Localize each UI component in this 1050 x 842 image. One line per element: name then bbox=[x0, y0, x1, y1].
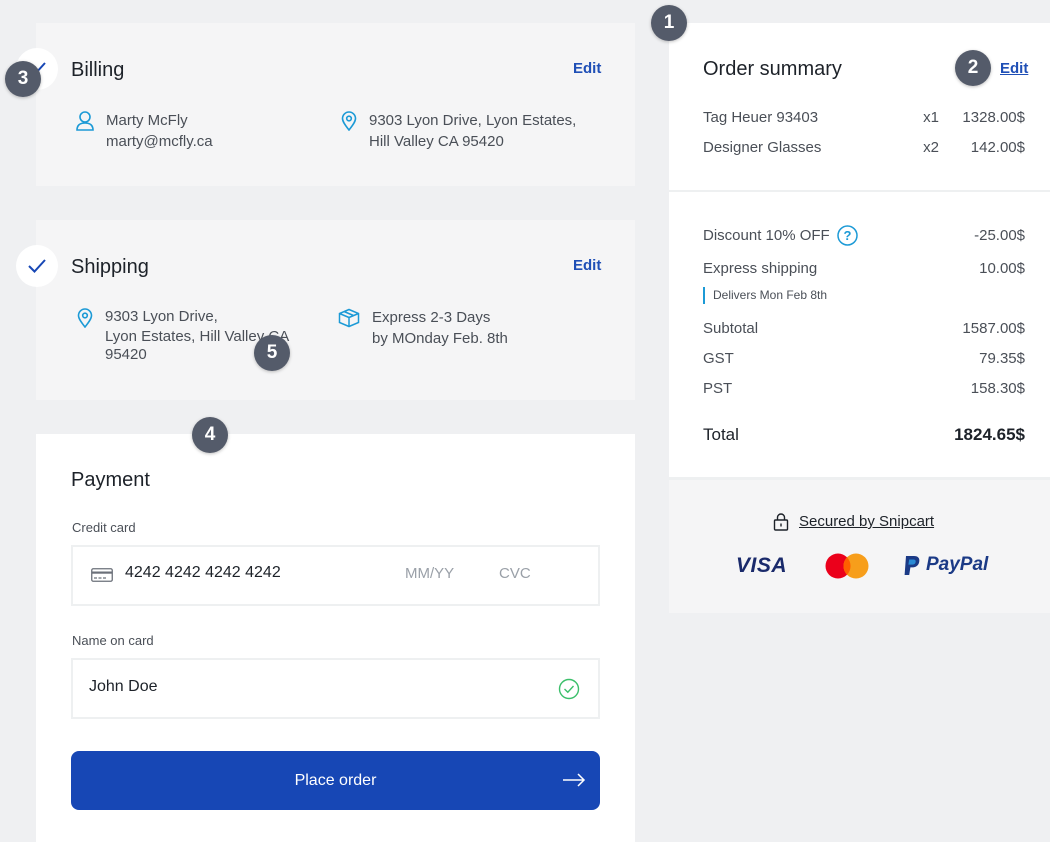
paypal-icon bbox=[904, 555, 920, 575]
shipping-title: Shipping bbox=[71, 256, 149, 278]
location-pin-icon bbox=[77, 308, 93, 328]
shipping-cost-label: Express shipping bbox=[703, 260, 818, 277]
card-number-input[interactable]: 4242 4242 4242 4242 bbox=[125, 564, 281, 582]
item-qty: x1 bbox=[923, 109, 939, 126]
secured-badge[interactable]: Secured by Snipcart bbox=[773, 512, 934, 531]
divider bbox=[669, 190, 1050, 192]
payment-title: Payment bbox=[71, 469, 150, 491]
gst-value: 79.35$ bbox=[979, 350, 1025, 367]
annotation-marker-4: 4 bbox=[192, 417, 228, 453]
mastercard-logo bbox=[825, 553, 869, 579]
shipping-edit-link[interactable]: Edit bbox=[573, 257, 601, 274]
credit-card-field[interactable]: 4242 4242 4242 4242 MM/YY CVC bbox=[71, 545, 600, 606]
checkmark-icon bbox=[28, 259, 46, 273]
valid-check-icon bbox=[558, 678, 580, 700]
name-on-card-input[interactable]: John Doe bbox=[89, 678, 158, 696]
billing-title: Billing bbox=[71, 59, 125, 81]
place-order-button[interactable]: Place order bbox=[71, 751, 600, 810]
discount-value: -25.00$ bbox=[974, 227, 1025, 244]
arrow-right-icon bbox=[563, 773, 586, 787]
secured-link[interactable]: Secured by Snipcart bbox=[799, 513, 934, 530]
billing-address-line1: 9303 Lyon Drive, Lyon Estates, bbox=[369, 112, 577, 129]
summary-edit-link[interactable]: Edit bbox=[1000, 60, 1028, 77]
expiry-input[interactable]: MM/YY bbox=[405, 565, 454, 582]
shipping-cost-value: 10.00$ bbox=[979, 260, 1025, 277]
paypal-wordmark: PayPal bbox=[926, 554, 989, 575]
item-price: 142.00$ bbox=[970, 139, 1025, 156]
subtotal-label: Subtotal bbox=[703, 320, 759, 337]
total-label: Total bbox=[703, 425, 739, 444]
gst-label: GST bbox=[703, 350, 734, 367]
billing-name: Marty McFly bbox=[106, 112, 188, 129]
credit-card-icon bbox=[91, 568, 113, 582]
pst-value: 158.30$ bbox=[970, 380, 1025, 397]
discount-row: Discount 10% OFF ? -25.00$ bbox=[703, 225, 1025, 246]
total-row: Total 1824.65$ bbox=[703, 425, 1025, 445]
name-on-card-field[interactable]: John Doe bbox=[71, 658, 600, 719]
order-summary: Order summary Edit Tag Heuer 93403 x1 13… bbox=[669, 23, 1050, 613]
paypal-logo: PayPal bbox=[903, 554, 988, 576]
summary-footer bbox=[669, 480, 1050, 613]
user-icon bbox=[76, 111, 94, 131]
shipping-section: Shipping Edit 9303 Lyon Drive, Lyon Esta… bbox=[16, 220, 635, 400]
credit-card-label: Credit card bbox=[72, 520, 136, 535]
order-summary-title: Order summary bbox=[703, 58, 842, 80]
discount-label: Discount 10% OFF bbox=[703, 227, 830, 244]
package-icon bbox=[338, 308, 360, 328]
name-on-card-label: Name on card bbox=[72, 633, 154, 648]
total-value: 1824.65$ bbox=[954, 425, 1025, 444]
pst-row: PST 158.30$ bbox=[703, 380, 1025, 397]
location-pin-icon bbox=[341, 111, 357, 131]
gst-row: GST 79.35$ bbox=[703, 350, 1025, 367]
annotation-marker-3: 3 bbox=[5, 61, 41, 97]
help-icon[interactable]: ? bbox=[837, 225, 858, 246]
billing-address: 9303 Lyon Drive, Lyon Estates, Hill Vall… bbox=[341, 110, 576, 152]
pst-label: PST bbox=[703, 380, 733, 397]
shipping-method-line2: by MOnday Feb. 8th bbox=[372, 330, 508, 347]
lock-icon bbox=[773, 513, 789, 531]
place-order-label: Place order bbox=[294, 771, 377, 789]
subtotal-value: 1587.00$ bbox=[962, 320, 1025, 337]
shipping-cost-row: Express shipping 10.00$ bbox=[703, 260, 1025, 277]
line-item: Designer Glasses x2 142.00$ bbox=[703, 139, 1025, 156]
item-qty: x2 bbox=[923, 139, 939, 156]
annotation-marker-1: 1 bbox=[651, 5, 687, 41]
line-item: Tag Heuer 93403 x1 1328.00$ bbox=[703, 109, 1025, 126]
payment-section: Payment Credit card 4242 4242 4242 4242 … bbox=[36, 434, 635, 842]
shipping-address-line1: 9303 Lyon Drive, bbox=[105, 308, 218, 325]
svg-text:?: ? bbox=[844, 228, 852, 243]
billing-section: Billing Edit Marty McFly marty@mcfly.ca … bbox=[16, 23, 635, 186]
shipping-method: Express 2-3 Days by MOnday Feb. 8th bbox=[338, 307, 508, 349]
delivery-note: Delivers Mon Feb 8th bbox=[703, 287, 827, 304]
shipping-method-line1: Express 2-3 Days bbox=[372, 309, 491, 326]
subtotal-row: Subtotal 1587.00$ bbox=[703, 320, 1025, 337]
item-price: 1328.00$ bbox=[962, 109, 1025, 126]
billing-edit-link[interactable]: Edit bbox=[573, 60, 601, 77]
billing-address-line2: Hill Valley CA 95420 bbox=[369, 133, 504, 150]
billing-contact: Marty McFly marty@mcfly.ca bbox=[76, 110, 213, 152]
annotation-marker-5: 5 bbox=[254, 335, 290, 371]
annotation-marker-2: 2 bbox=[955, 50, 991, 86]
visa-logo: VISA bbox=[736, 554, 788, 577]
billing-email: marty@mcfly.ca bbox=[106, 133, 213, 150]
shipping-check bbox=[16, 245, 58, 287]
cvc-input[interactable]: CVC bbox=[499, 565, 531, 582]
item-name: Tag Heuer 93403 bbox=[703, 109, 819, 126]
item-name: Designer Glasses bbox=[703, 139, 822, 156]
